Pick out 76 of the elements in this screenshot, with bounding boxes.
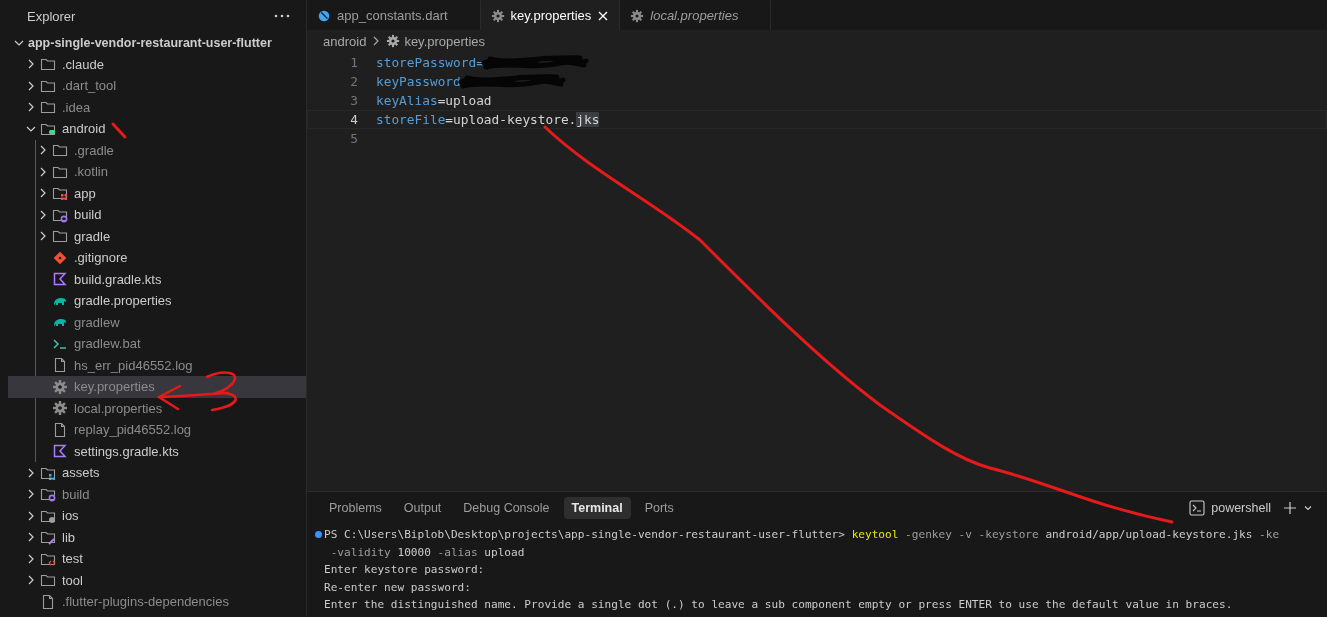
code-text: storeFile=upload-keystore.jks: [376, 112, 600, 127]
file-item[interactable]: key.properties: [8, 376, 306, 398]
terminal-line: PS C:\Users\Biplob\Desktop\projects\app-single-vendor-restaurant-user-flutter> keytool -genkey -v -keystore android/app/upload-keystore.jks -ke: [324, 528, 1280, 542]
file-item[interactable]: hs_err_pid46552.log: [8, 354, 306, 376]
folder-item[interactable]: tool: [8, 569, 306, 591]
file-item[interactable]: .gitignore: [8, 247, 306, 269]
shell-label[interactable]: powershell: [1211, 501, 1271, 515]
close-icon[interactable]: [597, 9, 610, 22]
status-dot-icon: [315, 531, 322, 539]
line-number: 5: [349, 131, 359, 146]
line-number: 3: [349, 93, 359, 108]
folder-icon: [40, 529, 56, 546]
file-item[interactable]: gradle.properties: [8, 290, 306, 312]
file-icon: [40, 593, 56, 610]
code-text: storePassword=: [376, 55, 484, 70]
more-icon[interactable]: [274, 14, 290, 18]
terminal-line: Enter the distinguished name. Provide a single dot (.) to leave a sub component empty or press ENTER to use the default value in braces.: [324, 598, 1233, 612]
folder-icon: [40, 486, 56, 503]
file-item[interactable]: build.gradle.kts: [8, 268, 306, 290]
gear-icon: [52, 378, 68, 395]
folder-item[interactable]: lib: [8, 526, 306, 548]
line-number: 2: [349, 74, 359, 89]
k-logo-icon: [52, 271, 68, 288]
folder-item[interactable]: assets: [8, 462, 306, 484]
file-icon: [52, 357, 68, 374]
code-text: keyAlias=upload: [376, 93, 492, 108]
terminal-line: Enter keystore password:: [324, 563, 485, 577]
file-item[interactable]: settings.gradle.kts: [8, 440, 306, 462]
terminal-icon[interactable]: [1189, 500, 1206, 516]
folder-item[interactable]: android: [8, 118, 306, 140]
plus-icon[interactable]: [1283, 501, 1297, 515]
project-folder[interactable]: app-single-vendor-restaurant-user-flutter: [8, 32, 306, 54]
file-item[interactable]: local.properties: [8, 397, 306, 419]
line-number: 1: [349, 55, 359, 70]
panel-tab[interactable]: Ports: [636, 497, 682, 519]
folder-item[interactable]: app: [8, 182, 306, 204]
folder-item[interactable]: .kotlin: [8, 161, 306, 183]
panel-tab[interactable]: Debug Console: [455, 497, 558, 519]
gear-icon: [630, 8, 645, 23]
folder-item[interactable]: build: [8, 483, 306, 505]
file-item[interactable]: .flutter-plugins-dependencies: [8, 591, 306, 613]
folder-icon: [52, 228, 68, 245]
annotation-stroke: [111, 122, 127, 139]
gear-icon: [52, 400, 68, 417]
folder-item[interactable]: ios: [8, 505, 306, 527]
folder-icon: [40, 572, 56, 589]
k-logo-icon: [52, 443, 68, 460]
panel-tab[interactable]: Output: [395, 497, 450, 519]
code-text: keyPassword: [376, 74, 461, 89]
caret-icon[interactable]: [1303, 503, 1313, 513]
folder-item[interactable]: .dart_tool: [8, 75, 306, 97]
folder-item[interactable]: test: [8, 548, 306, 570]
breadcrumb-item[interactable]: key.properties: [404, 33, 486, 49]
panel-tab[interactable]: Problems: [321, 497, 390, 519]
folder-icon: [40, 99, 56, 116]
terminal-line: -validity 10000 -alias upload: [329, 545, 525, 559]
folder-icon: [40, 56, 56, 73]
terminal-line: Re-enter new password:: [324, 580, 471, 594]
editor-tab[interactable]: key.properties: [480, 0, 621, 30]
file-item[interactable]: gradlew.bat: [8, 333, 306, 355]
folder-item[interactable]: .idea: [8, 96, 306, 118]
sidebar-title: Explorer: [27, 8, 76, 24]
folder-icon: [52, 185, 68, 202]
folder-icon: [52, 142, 68, 159]
file-icon: [52, 421, 68, 438]
folder-item[interactable]: build: [8, 204, 306, 226]
panel-tab[interactable]: Terminal: [563, 497, 631, 519]
line-number: 4: [349, 112, 359, 127]
folder-item[interactable]: gradle: [8, 225, 306, 247]
file-item[interactable]: gradlew: [8, 311, 306, 333]
gear-icon: [386, 34, 401, 48]
breadcrumb-item[interactable]: android: [323, 33, 367, 49]
folder-item[interactable]: .gradle: [8, 139, 306, 161]
folder-item[interactable]: .claude: [8, 53, 306, 75]
gear-icon: [490, 8, 505, 23]
file-item[interactable]: replay_pid46552.log: [8, 419, 306, 441]
